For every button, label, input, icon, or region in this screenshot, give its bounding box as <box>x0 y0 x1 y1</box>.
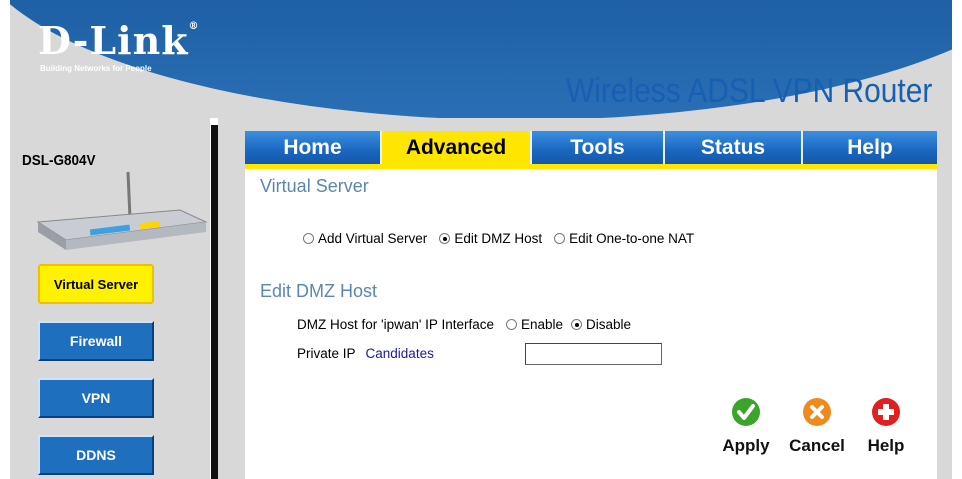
label-add-virtual-server: Add Virtual Server <box>318 231 428 246</box>
sidebar-item-virtual-server[interactable]: Virtual Server <box>38 264 154 304</box>
dmz-label: DMZ Host for 'ipwan' IP Interface <box>297 317 494 332</box>
tagline: Building Networks for People <box>40 64 152 73</box>
dlink-logo: D-Link® <box>38 18 200 63</box>
sidebar-item-ddns[interactable]: DDNS <box>38 435 154 475</box>
cancel-button[interactable]: Cancel <box>789 397 845 456</box>
sidebar-item-firewall[interactable]: Firewall <box>38 321 154 361</box>
tab-help[interactable]: Help <box>803 131 937 164</box>
apply-label: Apply <box>722 436 770 455</box>
radio-edit-dmz-host[interactable] <box>439 233 451 244</box>
private-ip-row: Private IP Candidates <box>297 346 434 361</box>
section-title: Virtual Server <box>260 176 369 196</box>
virtual-server-options: Add Virtual Server Edit DMZ Host Edit On… <box>303 231 706 246</box>
plus-icon <box>872 398 900 426</box>
header-banner: D-Link® Building Networks for People Wir… <box>10 0 952 118</box>
model-name: DSL-G804V <box>22 152 96 169</box>
radio-enable[interactable] <box>505 319 517 330</box>
product-title: Wireless ADSL VPN Router <box>565 72 932 110</box>
cancel-label: Cancel <box>789 436 845 455</box>
help-label: Help <box>867 436 905 455</box>
radio-add-virtual-server[interactable] <box>303 233 314 244</box>
registered-mark: ® <box>188 21 200 32</box>
cancel-x-icon <box>803 398 831 426</box>
router-image <box>36 171 208 250</box>
label-edit-dmz-host: Edit DMZ Host <box>454 231 543 246</box>
label-enable: Enable <box>520 317 564 332</box>
radio-edit-one-to-one-nat[interactable] <box>554 233 566 244</box>
checkmark-icon <box>732 398 760 426</box>
help-button[interactable]: Help <box>858 397 914 456</box>
radio-disable[interactable] <box>571 319 583 330</box>
main-content: Virtual Server Add Virtual Server Edit D… <box>245 169 937 479</box>
tab-status[interactable]: Status <box>665 131 803 164</box>
tab-advanced[interactable]: Advanced <box>382 131 532 164</box>
dmz-row: DMZ Host for 'ipwan' IP Interface Enable… <box>297 317 631 332</box>
vertical-divider <box>211 125 218 479</box>
subsection-title: Edit DMZ Host <box>260 281 378 301</box>
private-ip-label: Private IP <box>297 346 356 361</box>
label-edit-one-to-one-nat: Edit One-to-one NAT <box>569 231 695 246</box>
top-tabs: Home Advanced Tools Status Help <box>245 131 937 164</box>
private-ip-input[interactable] <box>525 343 662 365</box>
label-disable: Disable <box>586 317 632 332</box>
apply-button[interactable]: Apply <box>718 397 774 456</box>
candidates-link[interactable]: Candidates <box>366 346 434 361</box>
tab-home[interactable]: Home <box>245 131 382 164</box>
sidebar-item-vpn[interactable]: VPN <box>38 378 154 418</box>
tab-tools[interactable]: Tools <box>532 131 665 164</box>
